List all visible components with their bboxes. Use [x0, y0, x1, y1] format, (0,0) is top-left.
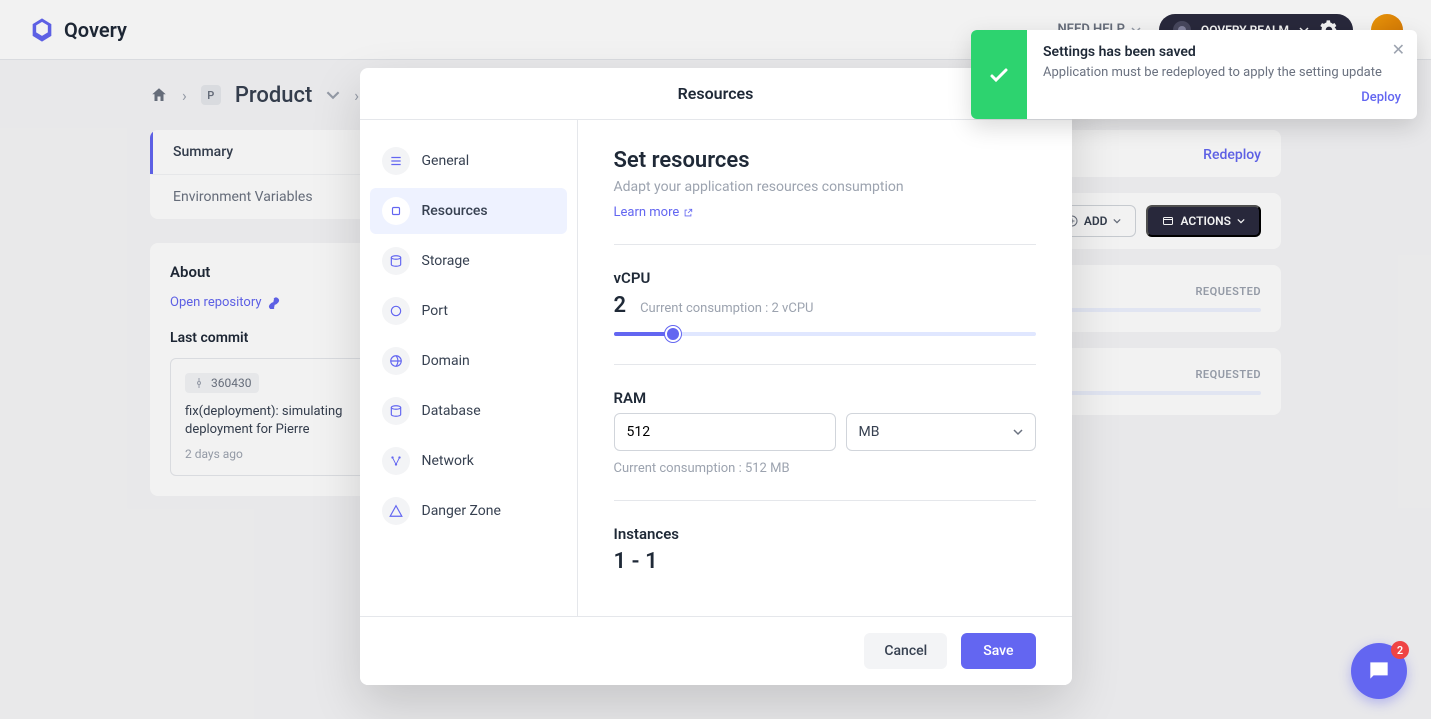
slider-thumb[interactable] — [665, 326, 681, 342]
close-icon[interactable]: ✕ — [1392, 40, 1405, 59]
sidebar-item-port[interactable]: Port — [370, 288, 567, 334]
external-link-icon — [683, 208, 693, 218]
modal-body: General Resources Storage Port Domain Da… — [360, 120, 1072, 616]
chat-button[interactable]: 2 — [1351, 643, 1407, 699]
sidebar-item-resources[interactable]: Resources — [370, 188, 567, 234]
ram-label: RAM — [614, 389, 1036, 407]
ram-unit-select[interactable]: MB — [846, 413, 1036, 451]
ram-hint: Current consumption : 512 MB — [614, 461, 1036, 476]
sidebar-item-general[interactable]: General — [370, 138, 567, 184]
instances-value: 1 - 1 — [614, 549, 658, 574]
modal-content: Set resources Adapt your application res… — [578, 120, 1072, 616]
toast-notification: Settings has been saved Application must… — [971, 30, 1417, 119]
vcpu-label: vCPU — [614, 269, 1036, 287]
toast-title: Settings has been saved — [1043, 44, 1401, 60]
network-icon — [382, 447, 410, 475]
sidebar-item-danger-zone[interactable]: Danger Zone — [370, 488, 567, 534]
sidebar-item-network[interactable]: Network — [370, 438, 567, 484]
toast-message: Application must be redeployed to apply … — [1043, 64, 1401, 82]
content-heading: Set resources — [614, 148, 1036, 173]
modal-title: Resources — [360, 68, 1072, 120]
sidebar-item-database[interactable]: Database — [370, 388, 567, 434]
ram-input[interactable] — [614, 413, 836, 451]
warning-icon — [382, 497, 410, 525]
sidebar-item-storage[interactable]: Storage — [370, 238, 567, 284]
modal-footer: Cancel Save — [360, 616, 1072, 685]
vcpu-hint: Current consumption : 2 vCPU — [640, 301, 813, 316]
chat-icon — [1366, 658, 1392, 684]
instances-label: Instances — [614, 525, 1036, 543]
check-icon — [971, 30, 1027, 119]
modal-sidebar: General Resources Storage Port Domain Da… — [360, 120, 578, 616]
chat-badge: 2 — [1391, 641, 1409, 659]
chevron-down-icon — [1013, 427, 1023, 437]
learn-more-link[interactable]: Learn more — [614, 205, 694, 220]
content-subheading: Adapt your application resources consump… — [614, 179, 1036, 195]
toast-deploy-link[interactable]: Deploy — [1043, 90, 1401, 105]
database-icon — [382, 397, 410, 425]
cancel-button[interactable]: Cancel — [864, 633, 947, 669]
resources-modal: Resources General Resources Storage Port… — [360, 68, 1072, 685]
vcpu-slider[interactable] — [614, 332, 1036, 336]
sidebar-item-domain[interactable]: Domain — [370, 338, 567, 384]
save-button[interactable]: Save — [961, 633, 1035, 669]
vcpu-value: 2 — [614, 293, 627, 318]
globe-icon — [382, 347, 410, 375]
storage-icon — [382, 247, 410, 275]
chip-icon — [382, 197, 410, 225]
sliders-icon — [382, 147, 410, 175]
port-icon — [382, 297, 410, 325]
